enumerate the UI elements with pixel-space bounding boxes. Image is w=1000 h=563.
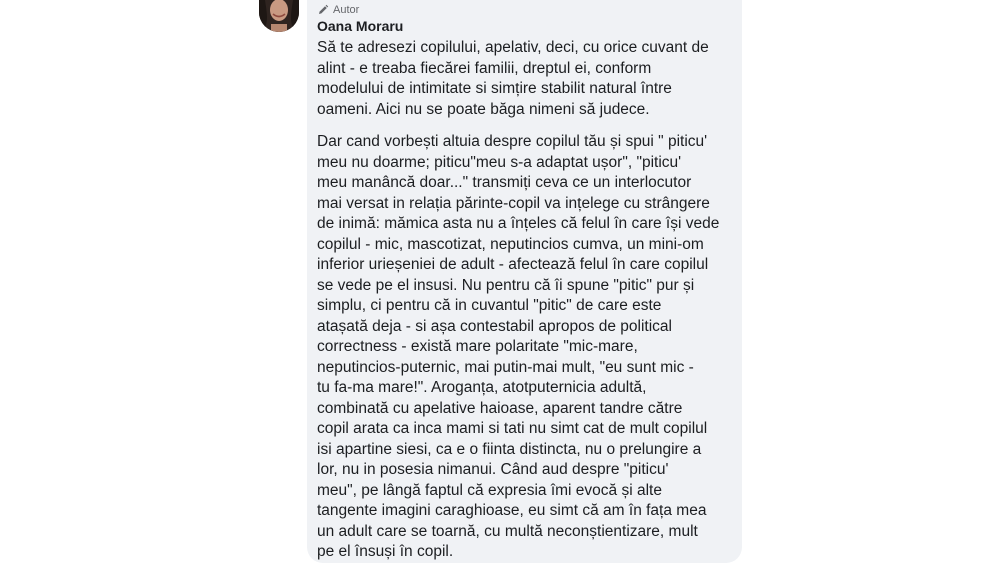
text-line: tangente imagini caraghioase, eu simt că… (317, 502, 707, 519)
text-line: correctness - există mare polaritate "mi… (317, 338, 638, 355)
text-line: de inimă: mămica asta nu a înțeles că fe… (317, 215, 720, 232)
text-line: se vede pe el insusi. Nu pentru că îi sp… (317, 276, 695, 294)
text-line: copil arata ca inca mami si tati nu simt… (317, 420, 708, 437)
comment-screenshot: Autor Oana Moraru Să te adresezi copilul… (0, 0, 1000, 563)
text-line: un adult care se toarnă, cu multă neconș… (317, 522, 698, 540)
text-line: meu", pe lângă faptul că expresia îmi ev… (317, 481, 662, 499)
text-line: Dar cand vorbești altuia despre copilul … (317, 133, 708, 150)
text-line: combinată cu apelative haioase, aparent … (317, 399, 683, 417)
text-line: isi apartine siesi, ca e o fiinta distin… (317, 440, 702, 458)
comment-bubble: Autor Oana Moraru Să te adresezi copilul… (307, 0, 742, 563)
author-name[interactable]: Oana Moraru (317, 18, 403, 34)
text-line: Să te adresezi copilului, apelativ, deci… (317, 39, 709, 56)
text-line: modelului de intimitate si simțire stabi… (317, 80, 672, 97)
text-line: oameni. Aici nu se poate băga nimeni să … (317, 100, 650, 118)
text-line: lor, nu in posesia nimanui. Când aud des… (317, 461, 669, 478)
author-badge-label: Autor (333, 4, 360, 16)
text-line: copilul - mic, mascotizat, neputincios c… (317, 235, 704, 253)
author-badge: Autor (317, 3, 359, 17)
text-line: alint - e treaba fiecărei familii, drept… (317, 59, 652, 77)
comment-paragraph-2: Dar cand vorbești altuia despre copilul … (317, 132, 735, 563)
text-line: tu fa-ma mare!". Aroganța, atotputernici… (317, 379, 647, 396)
text-line: meu nu doarme; piticu"meu s-a adaptat uș… (317, 153, 682, 171)
pencil-icon (319, 4, 329, 14)
text-line: meu manâncă doar..." transmiți ceva ce u… (317, 174, 692, 191)
text-line: neputincios-puternic, mai putin-mai mult… (317, 358, 694, 376)
avatar-photo-icon (259, 0, 299, 32)
text-line: inferior urieșeniei de adult - afectează… (317, 256, 709, 273)
text-line: simplu, ci pentru că in cuvantul "pitic"… (317, 297, 662, 314)
comment-paragraph-1: Să te adresezi copilului, apelativ, deci… (317, 38, 735, 120)
comment-text: Să te adresezi copilului, apelativ, deci… (317, 38, 735, 563)
text-line: atașată deja - si așa contestabil apropo… (317, 317, 672, 335)
author-avatar[interactable] (259, 0, 299, 32)
text-line: pe el însuși în copil. (317, 543, 454, 560)
text-line: mai versat in relația părinte-copil va i… (317, 194, 710, 212)
